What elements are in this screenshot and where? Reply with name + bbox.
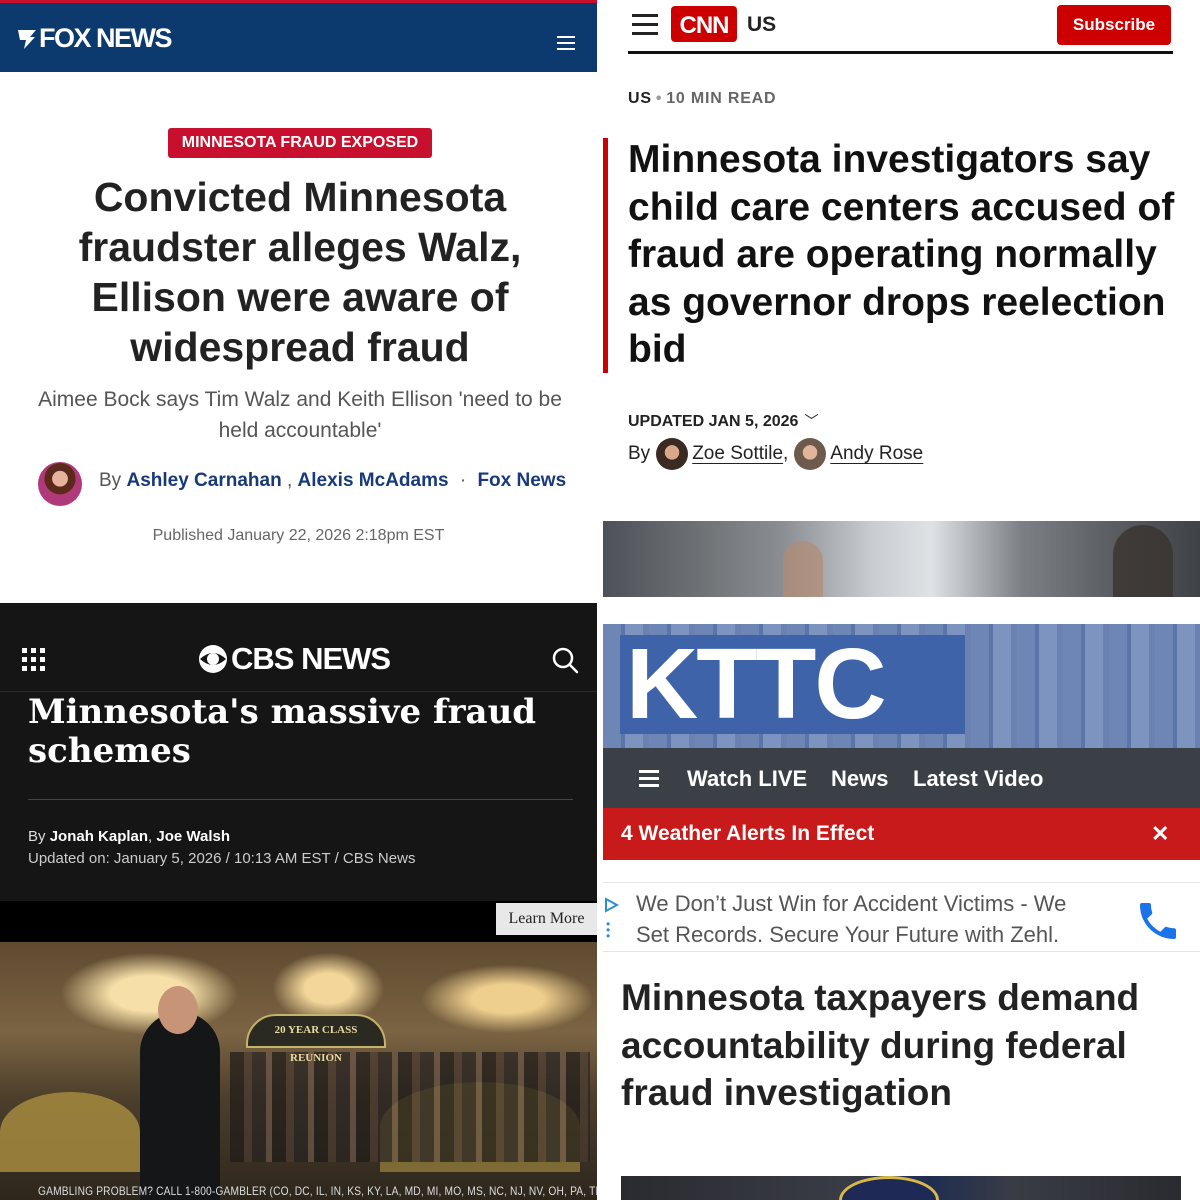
author-link[interactable]: Ashley Carnahan xyxy=(126,470,281,491)
fox-byline: By Ashley Carnahan , Alexis McAdams · Fo… xyxy=(99,470,567,491)
fox-logo-mark-icon xyxy=(18,29,36,49)
fox-brand-text: FOX NEWS xyxy=(39,23,173,53)
headline-accent-bar xyxy=(603,138,608,373)
cbs-eye-icon xyxy=(199,645,227,673)
read-time: 10 MIN READ xyxy=(666,90,777,107)
phone-icon[interactable] xyxy=(1133,897,1183,945)
kttc-logo[interactable]: KTTC xyxy=(620,634,965,734)
nav-item-latest-video[interactable]: Latest Video xyxy=(913,766,1043,792)
meta-dot: • xyxy=(655,90,663,107)
ad-text: We Don’t Just Win for Accident Victims -… xyxy=(636,891,1067,947)
ad-choices-icon[interactable] xyxy=(603,897,619,913)
reunion-banner: 20 YEAR CLASS REUNION xyxy=(246,1014,386,1064)
ad-video-frame[interactable]: 20 YEAR CLASS REUNION xyxy=(0,942,597,1200)
cnn-edition-label[interactable]: US xyxy=(747,13,776,37)
author-link[interactable]: Jonah Kaplan xyxy=(50,828,148,845)
byline-label: By xyxy=(628,443,651,464)
section-label[interactable]: US xyxy=(628,90,652,107)
author-link[interactable]: Joe Walsh xyxy=(156,828,230,845)
fox-headline: Convicted Minnesota fraudster alleges Wa… xyxy=(78,174,522,370)
fox-published-date: Published January 22, 2026 2:18pm EST xyxy=(152,527,445,544)
close-icon[interactable]: ✕ xyxy=(1151,821,1169,847)
cnn-updated-toggle[interactable]: UPDATED JAN 5, 2026 ﹀ xyxy=(628,411,818,431)
cnn-headline: Minnesota investigators say child care c… xyxy=(628,138,1175,371)
kttc-nav-bar: Watch LIVE News Latest Video xyxy=(603,748,1200,808)
byline-label: By xyxy=(28,828,46,845)
fox-dek: Aimee Bock says Tim Walz and Keith Ellis… xyxy=(38,388,562,442)
fox-author-avatar xyxy=(38,462,82,506)
byline-label: By xyxy=(99,470,122,491)
weather-alert-text: 4 Weather Alerts In Effect xyxy=(621,822,875,845)
cnn-section-meta: US • 10 MIN READ xyxy=(628,90,776,108)
kttc-panel: KTTC Watch LIVE News Latest Video 4 Weat… xyxy=(603,597,1200,1200)
menu-icon[interactable] xyxy=(639,770,659,791)
author-avatar xyxy=(794,438,827,470)
ad-banner[interactable]: • • • We Don’t Just Win for Accident Victi… xyxy=(603,882,1200,952)
chevron-down-icon: ﹀ xyxy=(804,413,819,429)
menu-icon[interactable] xyxy=(632,14,658,41)
author-avatar xyxy=(656,438,689,470)
cnn-logo-text: CNN xyxy=(680,12,729,39)
subscribe-button[interactable]: Subscribe xyxy=(1057,5,1171,45)
updated-date: UPDATED JAN 5, 2026 xyxy=(628,413,799,430)
cbs-news-logo[interactable]: CBS NEWS xyxy=(198,641,391,677)
search-icon[interactable] xyxy=(551,646,579,674)
author-link[interactable]: Andy Rose xyxy=(830,443,923,465)
author-link[interactable]: Zoe Sottile xyxy=(692,443,783,465)
fox-header: FOX NEWS xyxy=(0,0,597,72)
cbs-news-panel: CBS NEWS Minnesota's massive fraud schem… xyxy=(0,603,597,1200)
cnn-logo-icon[interactable]: CNN xyxy=(671,6,737,42)
cbs-brand-text: CBS NEWS xyxy=(231,641,391,676)
cbs-rule xyxy=(28,799,573,800)
fox-kicker-badge[interactable]: MINNESOTA FRAUD EXPOSED xyxy=(168,128,432,158)
weather-alert-bar[interactable]: 4 Weather Alerts In Effect ✕ xyxy=(603,808,1200,860)
cnn-header-rule xyxy=(628,51,1173,54)
cbs-byline: By Jonah Kaplan, Joe Walsh xyxy=(28,828,231,845)
kttc-lead-photo xyxy=(621,1176,1181,1200)
outlet-link[interactable]: Fox News xyxy=(477,470,566,491)
ad-info-dots-icon[interactable]: • • • xyxy=(606,918,610,942)
learn-more-button[interactable]: Learn More xyxy=(496,903,597,935)
cnn-panel: CNN US Subscribe US • 10 MIN READ Minnesot… xyxy=(603,0,1200,597)
nav-item-news[interactable]: News xyxy=(831,766,888,792)
fox-news-panel: FOX NEWS MINNESOTA FRAUD EXPOSED Convict… xyxy=(0,0,597,603)
byline-separator: · xyxy=(459,470,467,491)
grid-menu-icon[interactable] xyxy=(22,648,46,672)
fox-news-logo[interactable]: FOX NEWS xyxy=(16,23,173,54)
cbs-headline: Minnesota's massive fraud schemes xyxy=(28,692,537,771)
cnn-byline: By Zoe Sottile, Andy Rose xyxy=(628,438,923,470)
author-link[interactable]: Alexis McAdams xyxy=(298,470,449,491)
cbs-updated-date: Updated on: January 5, 2026 / 10:13 AM E… xyxy=(28,850,416,867)
kttc-headline: Minnesota taxpayers demand accountabilit… xyxy=(621,977,1140,1113)
cnn-lead-photo xyxy=(603,521,1200,597)
menu-icon[interactable] xyxy=(557,36,575,54)
nav-item-watch-live[interactable]: Watch LIVE xyxy=(687,766,807,792)
ad-disclaimer: GAMBLING PROBLEM? CALL 1-800-GAMBLER (CO… xyxy=(38,1184,597,1198)
